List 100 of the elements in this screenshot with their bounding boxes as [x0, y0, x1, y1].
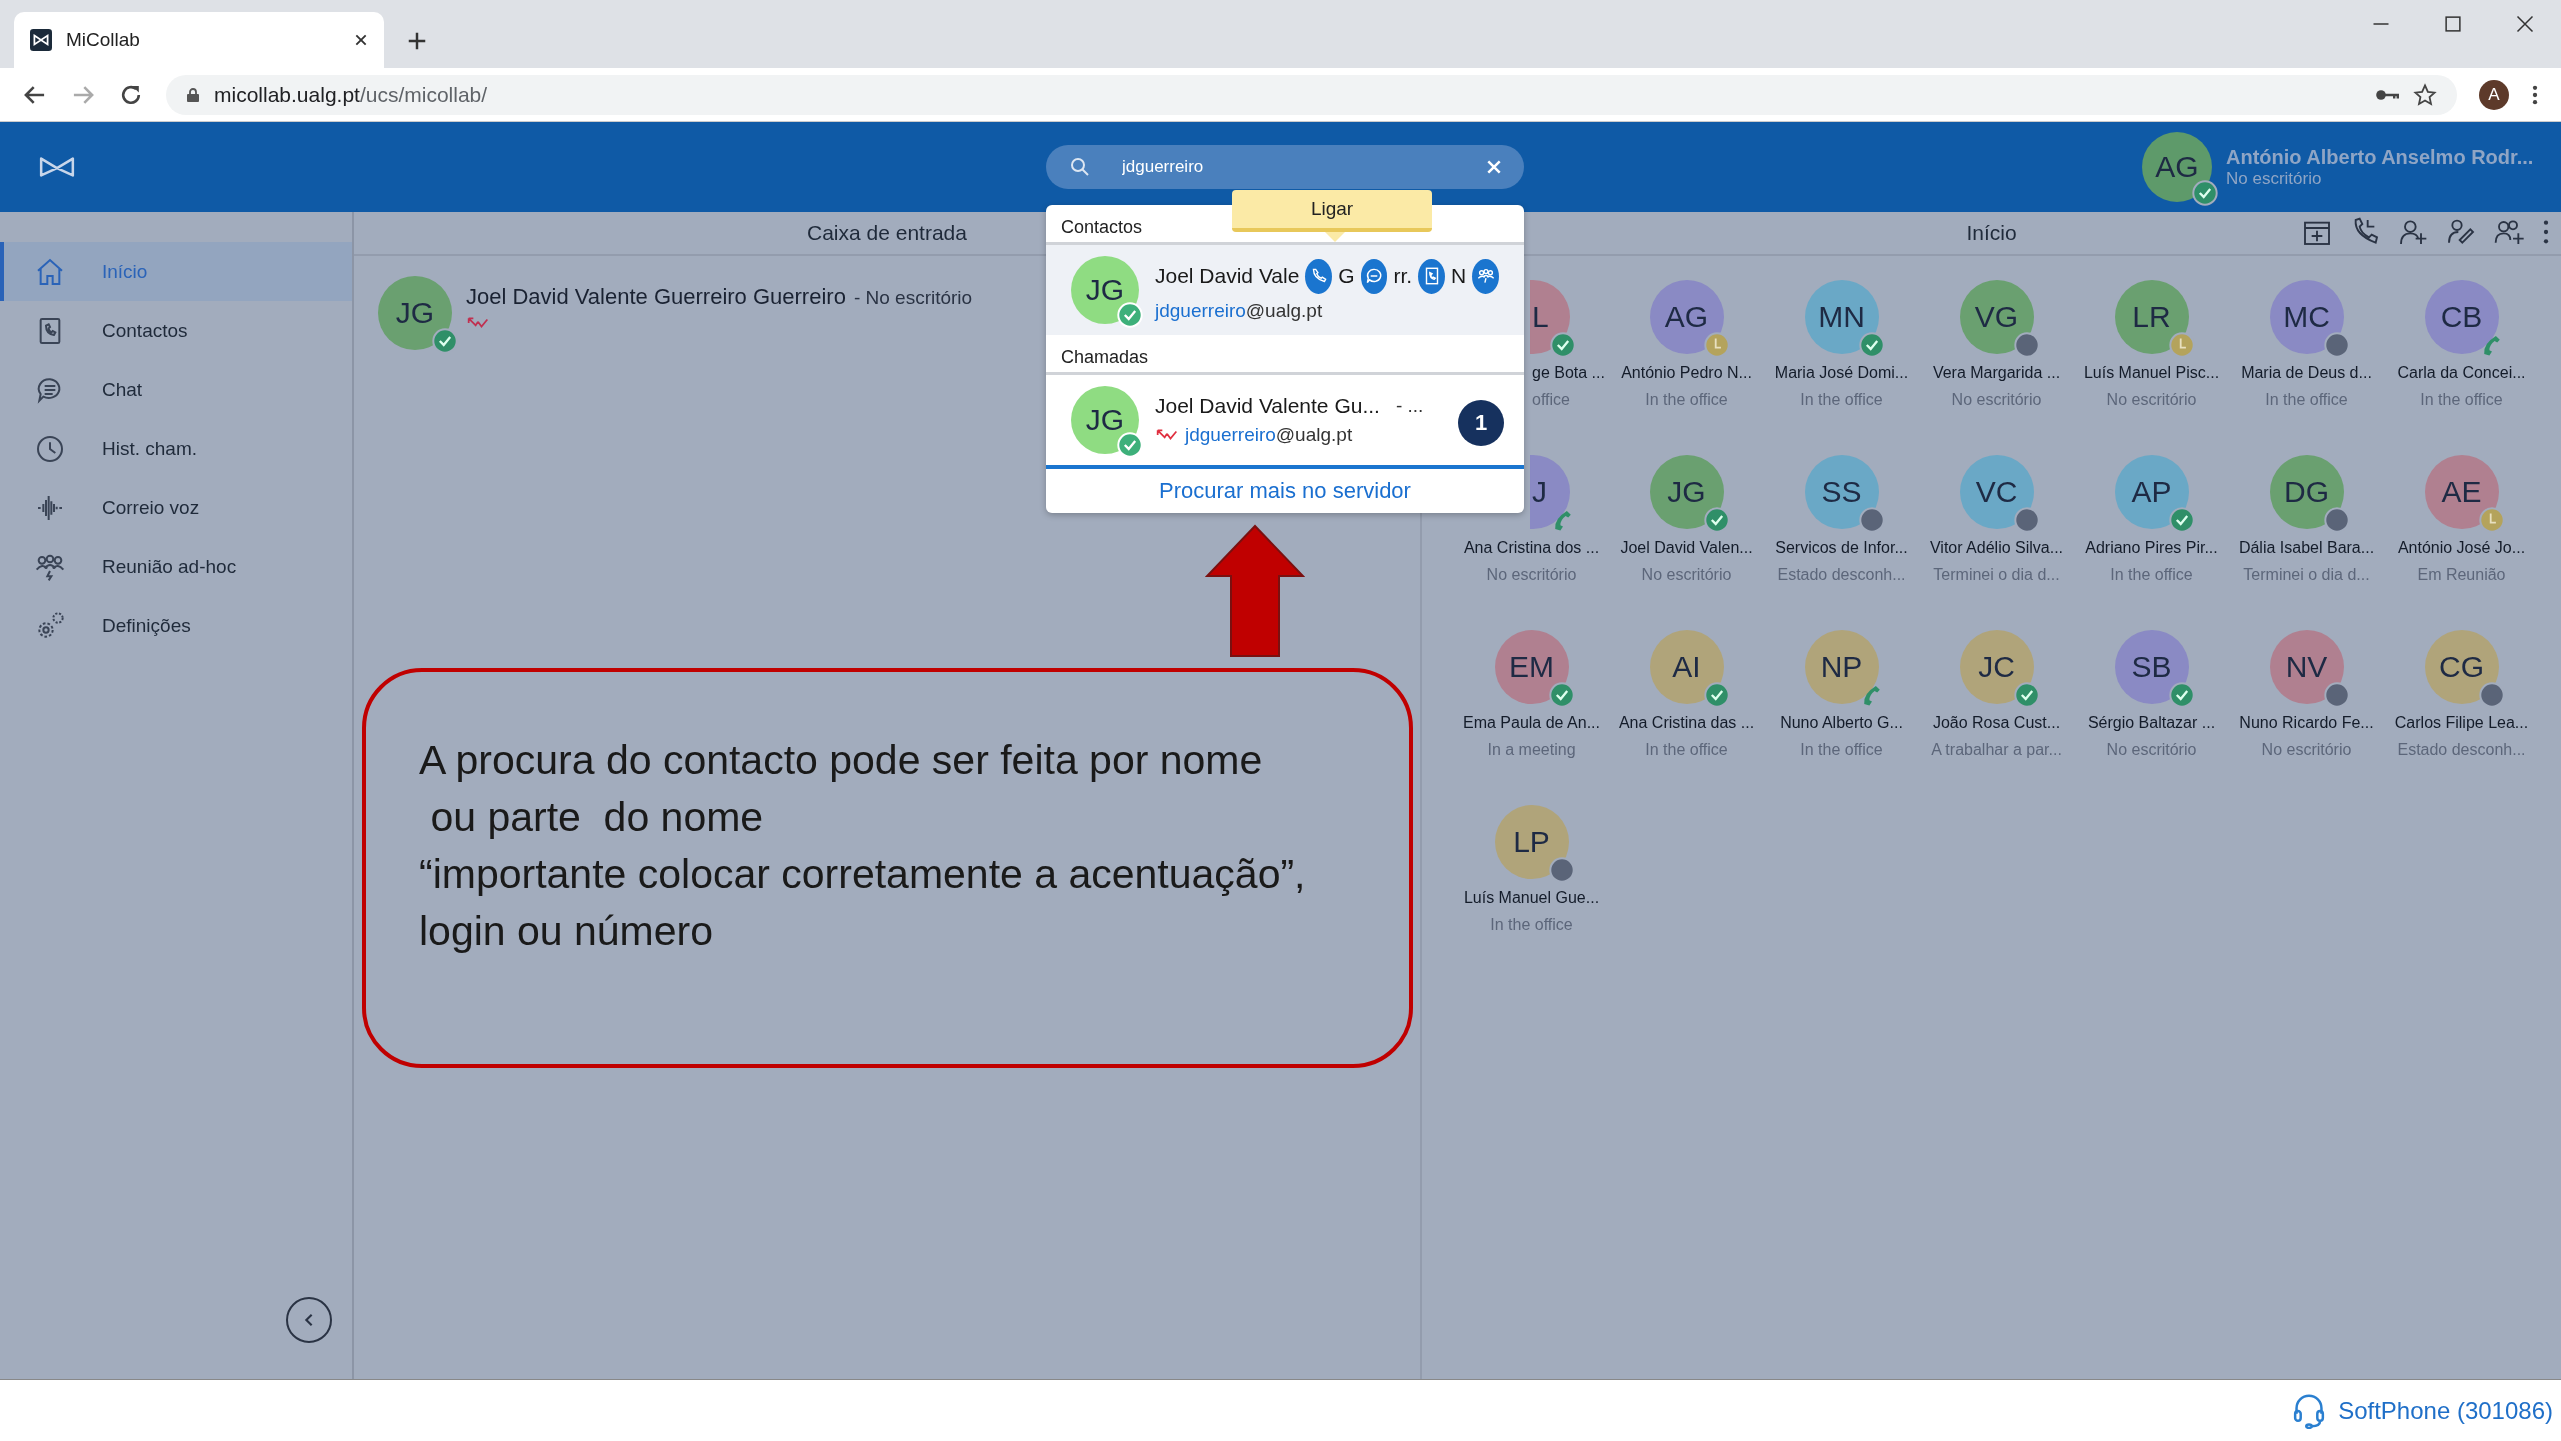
away-icon	[2478, 507, 2505, 533]
tooltip: Ligar	[1232, 190, 1432, 232]
sidebar-item[interactable]: Reunião ad-hoc	[0, 537, 352, 596]
contact-name: Adriano Pires Pir...	[2085, 539, 2218, 557]
sidebar-item[interactable]: Chat	[0, 360, 352, 419]
contact-status: In the office	[2110, 566, 2193, 584]
lock-icon	[186, 86, 200, 103]
callout-text: A procura do contacto pode ser feita por nome	[419, 736, 1264, 785]
sidebar-item[interactable]: Hist. cham.	[0, 419, 352, 478]
contact-status: In the office	[1490, 916, 1573, 934]
contact-name: Joel David Valente Guerreiro Guerreiro	[466, 284, 846, 310]
meeting-button[interactable]	[1472, 258, 1499, 294]
contact-avatar[interactable]: LR	[2114, 280, 2189, 354]
tab-title: MiCollab	[66, 29, 141, 51]
contact-name: Vitor Adélio Silva...	[1929, 539, 2064, 557]
contact-status: In the office	[1800, 391, 1883, 409]
contact-name-fragment: G	[1338, 264, 1355, 288]
contact-name: Vera Margarida ...	[1932, 364, 2061, 382]
close-icon[interactable]	[354, 33, 368, 47]
contact-avatar[interactable]: VC	[1959, 455, 2034, 529]
contact-avatar[interactable]: CG	[2424, 630, 2499, 704]
contact-status: In the office	[2420, 391, 2503, 409]
profile-avatar[interactable]: A	[2479, 79, 2509, 110]
contact-name: Ana Cristina das ...	[1618, 714, 1755, 732]
contact-avatar[interactable]: JG	[1649, 455, 1724, 529]
call-button[interactable]	[1305, 258, 1333, 294]
offline-icon	[2013, 507, 2040, 533]
available-icon	[1117, 432, 1143, 458]
contact-name: Luís Manuel Gue...	[1463, 889, 1600, 907]
softphone-status[interactable]: SoftPhone (301086)	[2338, 1396, 2553, 1425]
sidebar-item[interactable]: Definições	[0, 596, 352, 655]
contact-avatar[interactable]: MN	[1804, 280, 1879, 354]
browser-tab[interactable]: MiCollab	[14, 12, 384, 68]
contact-avatar[interactable]: AP	[2114, 455, 2189, 529]
user-status: No escritório	[2226, 168, 2323, 189]
available-icon	[432, 328, 458, 354]
contact-name: Servicos de Infor...	[1775, 539, 1908, 557]
column-title: Início	[1966, 221, 2017, 245]
contact-avatar[interactable]: EM	[1494, 630, 1569, 704]
app-logo-icon[interactable]	[38, 154, 76, 180]
collapse-button[interactable]	[286, 1297, 332, 1343]
contact-name-fragment: N	[1450, 264, 1467, 288]
user-avatar[interactable]: AG	[2142, 132, 2212, 202]
contact-card-button[interactable]	[1418, 258, 1445, 294]
chat-button[interactable]	[1360, 258, 1388, 294]
contact-avatar[interactable]: J	[1530, 455, 1570, 529]
contact-avatar[interactable]: VG	[1959, 280, 2034, 354]
contact-avatar[interactable]: SB	[2114, 630, 2189, 704]
section-heading: Contactos	[1061, 217, 1143, 238]
sidebar-item[interactable]: Correio voz	[0, 478, 352, 537]
contact-status: No escritório	[1486, 566, 1577, 584]
contact-avatar[interactable]: AE	[2424, 455, 2499, 529]
contact-avatar[interactable]: NP	[1804, 630, 1879, 704]
contact-name: Ema Paula de An...	[1463, 714, 1600, 732]
contact-avatar[interactable]: JC	[1959, 630, 2034, 704]
contact-status: - No escritório	[853, 287, 973, 309]
user-name: António Alberto Anselmo Rodr...	[2226, 145, 2535, 169]
contact-status: Em Reunião	[2417, 566, 2506, 584]
contact-name: Dália Isabel Bara...	[2238, 539, 2375, 557]
search-field[interactable]: jdguerreiro	[1046, 145, 1524, 189]
contact-status: In the office	[2265, 391, 2348, 409]
contact-avatar[interactable]: LP	[1494, 805, 1569, 879]
contact-status: A trabalhar a par...	[1931, 741, 2062, 759]
contact-avatar: JG	[1071, 386, 1139, 454]
contact-name: Luís Manuel Pisc...	[2083, 364, 2220, 382]
contact-avatar[interactable]: MC	[2269, 280, 2344, 354]
offline-icon	[2323, 682, 2350, 708]
offline-icon	[1548, 857, 1575, 883]
contact-avatar[interactable]: NV	[2269, 630, 2344, 704]
column-title: Caixa de entrada	[807, 221, 967, 245]
sidebar-item[interactable]: Contactos	[0, 301, 352, 360]
available-icon	[2013, 682, 2040, 708]
tooltip-pointer	[1325, 232, 1345, 242]
contact-avatar[interactable]: AI	[1649, 630, 1724, 704]
new-tab-icon[interactable]	[406, 30, 428, 52]
call-result[interactable]: JG Joel David Valente Gu... - ... jdguerreiro@ualg.pt 1	[1046, 375, 1524, 465]
contact-avatar[interactable]: DG	[2269, 455, 2344, 529]
address-field[interactable]: micollab.ualg.pt/ucs/micollab/	[166, 74, 2457, 115]
contact-avatar[interactable]: JG	[378, 276, 452, 350]
contact-name: Nuno Ricardo Fe...	[2239, 714, 2374, 732]
search-server-link[interactable]: Procurar mais no servidor	[1159, 478, 1411, 504]
star-icon[interactable]	[2413, 82, 2437, 107]
contact-status: No escritório	[1641, 566, 1732, 584]
contact-avatar[interactable]: AG	[1649, 280, 1724, 354]
contact-avatar[interactable]: SS	[1804, 455, 1879, 529]
callout-text: “importante colocar corretamente a acentuação”,	[419, 850, 1307, 899]
contact-status: Terminei o dia d...	[1933, 566, 2060, 584]
clear-icon[interactable]	[1486, 159, 1502, 175]
contact-name: Carlos Filipe Lea...	[2394, 714, 2529, 732]
contact-email: jdguerreiro@ualg.pt	[1185, 424, 1353, 446]
section-heading: Chamadas	[1061, 347, 1149, 368]
contact-name: Maria de Deus d...	[2241, 364, 2372, 382]
away-icon	[1703, 332, 1730, 358]
available-icon	[2192, 180, 2218, 206]
callout-text: login ou número	[419, 907, 715, 956]
contact-status: Estado desconh...	[1777, 566, 1906, 584]
contact-result[interactable]: JG Joel David Vale G rr. N jdguerreiro@ualg.pt	[1046, 245, 1524, 335]
contact-status: office	[1532, 391, 1570, 409]
contact-name: Maria José Domi...	[1774, 364, 1909, 382]
contact-avatar[interactable]: CB	[2424, 280, 2499, 354]
